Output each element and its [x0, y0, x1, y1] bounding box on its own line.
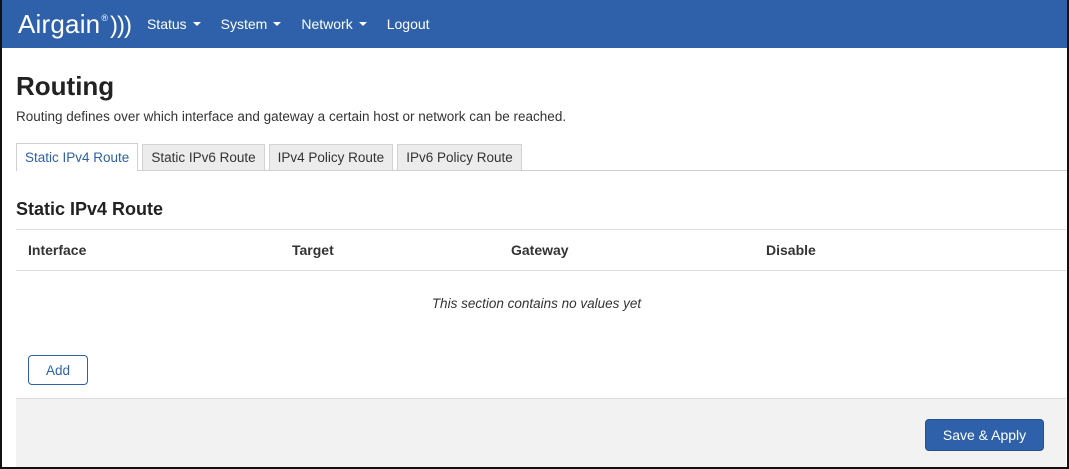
column-header-target: Target — [292, 242, 334, 258]
nav-item-logout[interactable]: Logout — [387, 16, 430, 32]
nav-item-label: Network — [301, 16, 353, 32]
column-header-interface: Interface — [28, 242, 87, 258]
caret-down-icon — [192, 22, 201, 26]
save-apply-button[interactable]: Save & Apply — [925, 419, 1044, 451]
nav-menu: Status System Network Logout — [147, 16, 450, 32]
section-title: Static IPv4 Route — [16, 199, 164, 219]
tab-static-ipv4-route[interactable]: Static IPv4 Route — [16, 143, 139, 171]
nav-item-label: Status — [146, 16, 187, 32]
page-title: Routing — [16, 71, 115, 101]
tab-static-ipv6-route[interactable]: Static IPv6 Route — [142, 144, 265, 170]
action-footer — [16, 398, 1066, 467]
caret-down-icon — [273, 22, 282, 26]
tab-bar: Static IPv4 Route Static IPv6 Route IPv4… — [16, 142, 1067, 171]
nav-item-label: Logout — [386, 16, 430, 32]
app-frame: Airgain ® ))) Status System Network Logo… — [0, 0, 1069, 469]
nav-item-network[interactable]: Network — [301, 16, 367, 32]
brand-logo[interactable]: Airgain ® ))) — [18, 8, 132, 39]
empty-table-message: This section contains no values yet — [431, 296, 642, 311]
brand-name: Airgain — [18, 8, 101, 39]
caret-down-icon — [358, 22, 367, 26]
column-header-gateway: Gateway — [511, 242, 569, 258]
nav-item-system[interactable]: System — [221, 16, 282, 32]
signal-waves-icon: ))) — [109, 11, 132, 39]
nav-item-status[interactable]: Status — [147, 16, 201, 32]
nav-item-label: System — [220, 16, 268, 32]
top-navbar: Airgain ® ))) Status System Network Logo… — [2, 0, 1067, 48]
add-button[interactable]: Add — [28, 355, 88, 385]
tab-ipv6-policy-route[interactable]: IPv6 Policy Route — [397, 144, 522, 170]
column-header-disable: Disable — [766, 242, 816, 258]
tab-ipv4-policy-route[interactable]: IPv4 Policy Route — [268, 144, 394, 170]
table-header: Interface Target Gateway Disable — [16, 229, 1066, 271]
registered-mark: ® — [101, 12, 108, 23]
page-description: Routing defines over which interface and… — [16, 109, 567, 124]
